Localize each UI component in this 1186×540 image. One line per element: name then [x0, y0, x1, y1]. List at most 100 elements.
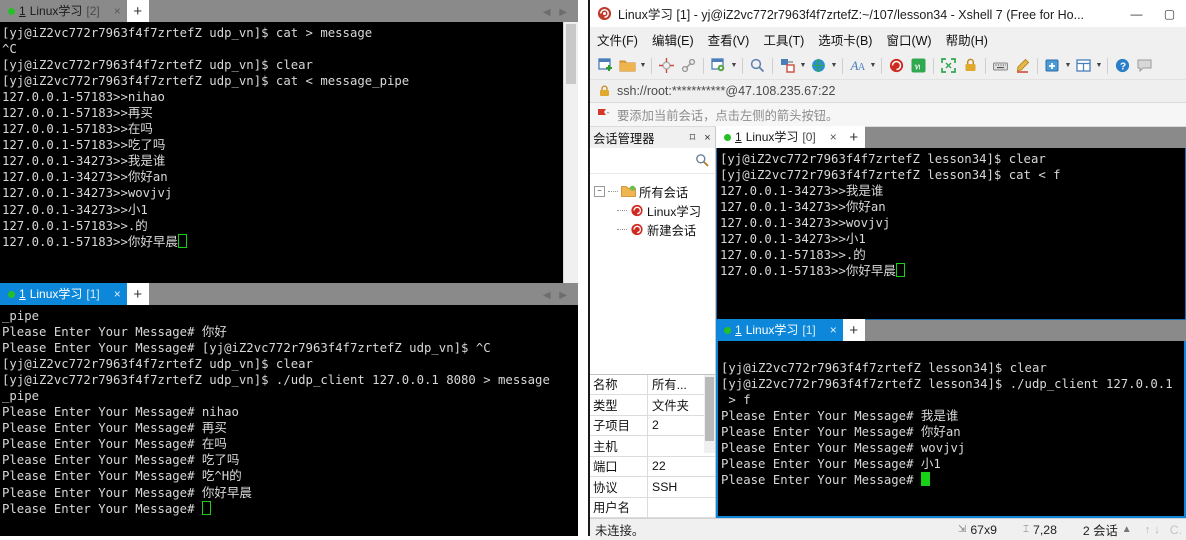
scrollbar-thumb[interactable] — [705, 376, 714, 441]
layout-icon[interactable] — [1073, 55, 1094, 76]
add-tab-dropdown[interactable]: ▼ — [1064, 62, 1072, 69]
toolbar: ▼ ▼ ▼ ▼ A A ▼ ท ▼ ▼ ? — [590, 52, 1186, 80]
tab-nav-arrows[interactable]: ◀ ▶ — [543, 7, 570, 18]
table-row[interactable]: 用户名 — [590, 497, 715, 518]
table-row[interactable]: 主机 — [590, 436, 715, 457]
menu-view[interactable]: 查看(V) — [708, 30, 750, 49]
new-tab-button[interactable]: + — [126, 0, 149, 22]
xshell-icon[interactable] — [886, 55, 907, 76]
terminal-text: an — [152, 170, 168, 185]
properties-scrollbar[interactable] — [704, 374, 715, 453]
terminal-text: Please Enter Your Message# nihao — [2, 405, 239, 420]
tab-nav-arrows[interactable]: ◀ ▶ — [543, 290, 570, 301]
svg-text:ท: ท — [915, 62, 921, 72]
font-dropdown[interactable]: ▼ — [869, 62, 877, 69]
terminal-line: [yj@iZ2vc772r7963f4f7zrtefZ udp_vn]$ cle… — [2, 356, 578, 372]
table-row[interactable]: 名称 所有... — [590, 374, 715, 395]
scroll-indicator-icons[interactable]: ↑↓ — [1145, 524, 1170, 536]
help-icon[interactable]: ? — [1112, 55, 1133, 76]
scrollbar-thumb[interactable] — [566, 24, 576, 84]
tree-node-all-sessions[interactable]: − 所有会话 — [594, 182, 715, 201]
session-icon — [631, 223, 643, 236]
terminal-text: 我是谁 — [127, 153, 166, 169]
lock-icon[interactable] — [960, 55, 981, 76]
minimize-button[interactable]: — — [1120, 7, 1153, 21]
xftp-icon[interactable]: ท — [908, 55, 929, 76]
font-icon[interactable]: AA — [847, 55, 868, 76]
close-icon[interactable]: × — [114, 288, 121, 300]
expander-icon[interactable]: − — [594, 186, 605, 197]
open-folder-icon[interactable] — [617, 55, 638, 76]
address-bar[interactable]: ssh://root:***********@47.108.235.67:22 — [590, 80, 1186, 103]
keyboard-icon[interactable] — [990, 55, 1011, 76]
xshell-top-tab[interactable]: 1 Linux学习 [0] × — [716, 126, 843, 148]
cursor-position-indicator: ⌶ 7,28 — [1010, 523, 1070, 537]
transfer-file-dropdown[interactable]: ▼ — [799, 62, 807, 69]
property-key: 子项目 — [590, 415, 648, 435]
disconnect-icon[interactable] — [656, 55, 677, 76]
add-tab-icon[interactable] — [1042, 55, 1063, 76]
left-bottom-terminal-output[interactable]: _pipe Please Enter Your Message# 你好 Please… — [0, 305, 578, 536]
terminal-text: 我是谁 — [845, 183, 884, 199]
close-icon[interactable]: × — [830, 324, 837, 336]
xshell-top-terminal-output[interactable]: [yj@iZ2vc772r7963f4f7zrtefZ lesson34]$ c… — [716, 148, 1186, 320]
new-tab-button[interactable]: + — [842, 126, 865, 148]
left-top-terminal-output[interactable]: [yj@iZ2vc772r7963f4f7zrtefZ udp_vn]$ cat… — [0, 22, 578, 283]
search-icon[interactable] — [695, 153, 709, 167]
fullscreen-icon[interactable] — [938, 55, 959, 76]
table-row[interactable]: 端口 22 — [590, 456, 715, 477]
caret-up-icon[interactable]: ▲ — [1122, 524, 1132, 535]
tree-node-linux-study[interactable]: Linux学习 — [594, 201, 715, 220]
close-icon[interactable]: × — [700, 132, 715, 144]
session-tree[interactable]: − 所有会话 Linux学习 新建会话 — [590, 174, 715, 374]
transfer-file-icon[interactable] — [777, 55, 798, 76]
table-row[interactable]: 协议 SSH — [590, 477, 715, 498]
tree-node-new-session[interactable]: 新建会话 — [594, 220, 715, 239]
session-manager-header: 会话管理器 ⌑ × — [590, 127, 716, 148]
xshell-bottom-terminal-output[interactable]: [yj@iZ2vc772r7963f4f7zrtefZ lesson34]$ c… — [716, 341, 1186, 518]
terminal-text: Please Enter Your Message# — [2, 501, 202, 516]
folder-icon — [621, 185, 636, 197]
toolbar-separator — [703, 57, 704, 74]
menu-help[interactable]: 帮助(H) — [946, 30, 988, 49]
layout-dropdown[interactable]: ▼ — [1095, 62, 1103, 69]
tab-status-dot — [724, 133, 731, 141]
xshell-titlebar[interactable]: Linux学习 [1] - yj@iZ2vc772r7963f4f7zrtefZ… — [590, 0, 1186, 27]
highlight-icon[interactable] — [1012, 55, 1033, 76]
new-tab-button[interactable]: + — [842, 319, 865, 341]
session-properties-icon[interactable] — [708, 55, 729, 76]
chat-icon[interactable] — [1134, 55, 1155, 76]
left-bottom-tab[interactable]: 1 Linux学习 [1] × — [0, 283, 127, 305]
terminal-line: 127.0.0.1-57183>>.的 — [720, 247, 1185, 263]
table-row[interactable]: 子项目 2 — [590, 415, 715, 436]
close-icon[interactable]: × — [114, 5, 121, 17]
close-icon[interactable]: × — [830, 131, 837, 143]
menu-window[interactable]: 窗口(W) — [886, 30, 931, 49]
left-top-scrollbar[interactable] — [563, 22, 578, 283]
session-properties-dropdown[interactable]: ▼ — [730, 62, 738, 69]
statusbar: 未连接。 ⇲ 67x9 ⌶ 7,28 2 会话 ▲ ↑↓ C. — [590, 518, 1186, 540]
menu-edit[interactable]: 编辑(E) — [652, 30, 694, 49]
open-folder-dropdown[interactable]: ▼ — [639, 62, 647, 69]
new-session-icon[interactable] — [595, 55, 616, 76]
session-properties-table: 名称 所有... 类型 文件夹 子项目 2 主机 端口 22 协议 SSH 用户名 — [590, 373, 715, 518]
table-row[interactable]: 类型 文件夹 — [590, 395, 715, 416]
new-tab-button[interactable]: + — [126, 283, 149, 305]
pin-icon[interactable]: ⌑ — [685, 131, 700, 144]
tab-status-dot — [724, 326, 731, 334]
left-top-tab[interactable]: 1 Linux学习 [2] × — [0, 0, 127, 22]
find-icon[interactable] — [747, 55, 768, 76]
link-icon[interactable] — [678, 55, 699, 76]
globe-icon[interactable] — [808, 55, 829, 76]
terminal-text: 的 — [853, 247, 866, 263]
globe-dropdown[interactable]: ▼ — [830, 62, 838, 69]
menu-tools[interactable]: 工具(T) — [763, 30, 804, 49]
maximize-button[interactable]: ▢ — [1153, 7, 1186, 21]
terminal-text: 在吗 — [127, 121, 153, 137]
terminal-text: 的 — [135, 217, 148, 233]
xshell-bottom-tab[interactable]: 1 Linux学习 [1] × — [716, 319, 843, 341]
session-search-row[interactable] — [590, 148, 715, 174]
menu-file[interactable]: 文件(F) — [597, 30, 638, 49]
terminal-text: 127.0.0.1-57183>> — [720, 264, 846, 279]
menu-tabs[interactable]: 选项卡(B) — [818, 30, 872, 49]
